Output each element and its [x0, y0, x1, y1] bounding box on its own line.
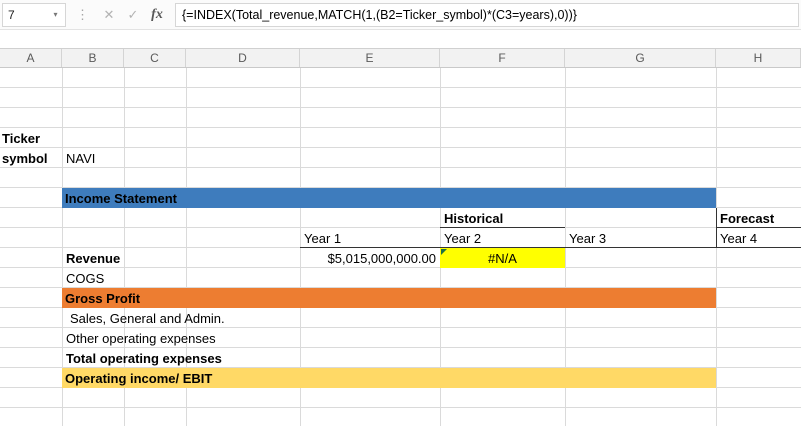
- cell-revenue-year1-value[interactable]: $5,015,000,000.00: [300, 248, 440, 268]
- banner-income-statement[interactable]: Income Statement: [62, 188, 716, 208]
- formula-bar: 7 ▾ ⋮ ✕ ✓ fx {=INDEX(Total_revenue,MATCH…: [0, 0, 801, 30]
- cell-border: [440, 227, 565, 228]
- insert-function-button[interactable]: fx: [145, 3, 169, 27]
- cell-historical-label[interactable]: Historical: [440, 208, 565, 228]
- column-header-h[interactable]: H: [716, 49, 801, 67]
- banner-gross-profit[interactable]: Gross Profit: [62, 288, 716, 308]
- cell-revenue-year2-error[interactable]: #N/A: [440, 248, 565, 268]
- formula-input[interactable]: {=INDEX(Total_revenue,MATCH(1,(B2=Ticker…: [175, 2, 799, 27]
- sheet-grid[interactable]: Ticker symbol NAVI Income Statement Hist…: [0, 68, 801, 426]
- cancel-button[interactable]: ✕: [97, 3, 121, 27]
- cell-sga-label[interactable]: Sales, General and Admin.: [62, 308, 225, 328]
- enter-button[interactable]: ✓: [121, 3, 145, 27]
- cell-year4-label[interactable]: Year 4: [716, 228, 757, 248]
- cell-ticker-value[interactable]: NAVI: [62, 148, 95, 168]
- cell-year1-label[interactable]: Year 1: [300, 228, 341, 248]
- cell-border: [716, 208, 717, 248]
- formula-bar-splitter-icon: ⋮: [76, 6, 89, 22]
- cell-revenue-label[interactable]: Revenue: [62, 248, 120, 268]
- cell-year2-label[interactable]: Year 2: [440, 228, 481, 248]
- cell-total-opex-label[interactable]: Total operating expenses: [62, 348, 222, 368]
- name-box[interactable]: 7: [2, 2, 46, 27]
- column-header-b[interactable]: B: [62, 49, 124, 67]
- banner-operating-income[interactable]: Operating income/ EBIT: [62, 368, 716, 388]
- column-header-row: A B C D E F G H: [0, 48, 801, 68]
- error-indicator-icon: [441, 249, 447, 255]
- cell-forecast-label[interactable]: Forecast: [716, 208, 801, 228]
- column-header-a[interactable]: A: [0, 49, 62, 67]
- cell-other-opex-label[interactable]: Other operating expenses: [62, 328, 216, 348]
- cell-ticker-label-line2[interactable]: symbol: [0, 148, 48, 168]
- cell-ticker-label-line1[interactable]: Ticker: [0, 128, 40, 148]
- column-header-e[interactable]: E: [300, 49, 440, 67]
- cell-cogs-label[interactable]: COGS: [62, 268, 104, 288]
- cell-year3-label[interactable]: Year 3: [565, 228, 606, 248]
- column-header-g[interactable]: G: [565, 49, 716, 67]
- chevron-down-icon[interactable]: ▾: [46, 2, 66, 27]
- column-header-d[interactable]: D: [186, 49, 300, 67]
- column-header-c[interactable]: C: [124, 49, 186, 67]
- formula-bar-gap: [0, 30, 801, 48]
- column-header-f[interactable]: F: [440, 49, 565, 67]
- cell-border: [716, 227, 801, 228]
